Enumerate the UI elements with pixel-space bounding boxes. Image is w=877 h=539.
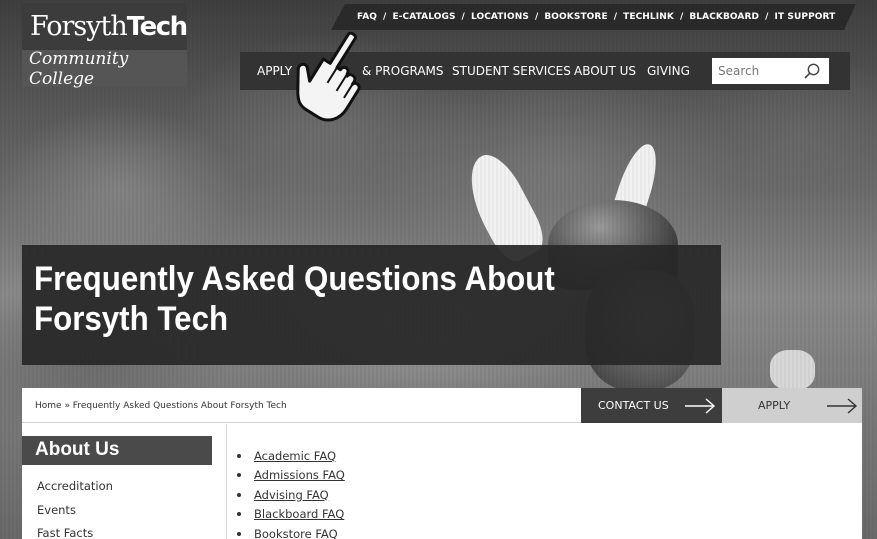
nav-programs[interactable]: & PROGRAMS [362, 64, 444, 78]
title-band: Frequently Asked Questions About Forsyth… [22, 245, 721, 365]
faq-link-bookstore[interactable]: Bookstore FAQ [254, 527, 338, 539]
site-logo[interactable]: Forsyth Tech Community College [22, 3, 188, 89]
logo-wordmark: Forsyth Tech [22, 3, 188, 50]
oar-hand [770, 350, 815, 390]
faq-link-blackboard[interactable]: Blackboard FAQ [254, 507, 344, 521]
utility-link-it-support[interactable]: IT SUPPORT [775, 12, 836, 22]
breadcrumb-bar: Home » Frequently Asked Questions About … [22, 388, 862, 423]
page-title: Frequently Asked Questions About Forsyth… [34, 260, 555, 338]
breadcrumb[interactable]: Home » Frequently Asked Questions About … [35, 401, 287, 411]
utility-link-locations[interactable]: LOCATIONS [471, 12, 529, 22]
utility-link-bookstore[interactable]: BOOKSTORE [544, 12, 607, 22]
nav-apply[interactable]: APPLY [257, 64, 292, 78]
bullet [237, 512, 241, 517]
bullet [237, 453, 241, 458]
hand-cursor-icon [296, 31, 361, 122]
separator: / [679, 12, 684, 22]
list-item: Blackboard FAQ [237, 505, 345, 525]
sidebar: About Us Accreditation Events Fast Facts [22, 436, 212, 539]
bullet [237, 492, 241, 497]
apply-label: APPLY [758, 399, 791, 412]
list-item: Academic FAQ [237, 446, 345, 466]
separator: / [383, 12, 387, 22]
arrow-right-icon [827, 398, 858, 414]
list-item: Admissions FAQ [237, 466, 345, 486]
separator: / [461, 12, 465, 22]
bullet [237, 531, 241, 536]
faq-link-academic[interactable]: Academic FAQ [254, 449, 336, 463]
faq-link-advising[interactable]: Advising FAQ [254, 488, 329, 502]
list-item: Bookstore FAQ [237, 524, 345, 539]
separator: / [765, 12, 769, 22]
utility-link-e-catalogs[interactable]: E-CATALOGS [392, 12, 455, 22]
utility-link-faq[interactable]: FAQ [357, 12, 377, 22]
list-item: Advising FAQ [237, 485, 345, 505]
logo-subtitle: Community College [22, 49, 187, 89]
contact-us-label: CONTACT US [598, 399, 669, 412]
separator: / [534, 12, 539, 22]
utility-link-techlink[interactable]: TECHLINK [623, 12, 674, 22]
faq-link-admissions[interactable]: Admissions FAQ [254, 468, 345, 482]
search-input[interactable] [718, 64, 802, 78]
sidebar-item-events[interactable]: Events [37, 503, 76, 517]
column-divider [226, 424, 227, 539]
separator: / [613, 12, 618, 22]
arrow-right-icon [685, 398, 716, 414]
contact-us-button[interactable]: CONTACT US [581, 388, 722, 423]
utility-nav: FAQ / E-CATALOGS / LOCATIONS / BOOKSTORE / T… [331, 4, 856, 30]
apply-button[interactable]: APPLY [722, 388, 862, 423]
search-box [712, 58, 829, 84]
nav-about-us[interactable]: ABOUT US [574, 64, 636, 78]
sidebar-item-accreditation[interactable]: Accreditation [37, 479, 113, 493]
bullet [237, 473, 241, 478]
faq-list: Academic FAQ Admissions FAQ Advising FAQ… [237, 446, 345, 539]
sidebar-item-fast-facts[interactable]: Fast Facts [37, 526, 93, 539]
helmet-horn [603, 139, 665, 245]
utility-link-blackboard[interactable]: BLACKBOARD [689, 12, 759, 22]
nav-giving[interactable]: GIVING [647, 64, 690, 78]
content-panel: Home » Frequently Asked Questions About … [22, 388, 862, 539]
search-icon[interactable] [803, 62, 821, 80]
logo-name-regular: Forsyth [30, 11, 128, 42]
nav-student-services[interactable]: STUDENT SERVICES [452, 64, 571, 78]
sidebar-heading: About Us [22, 436, 212, 465]
logo-name-bold: Tech [126, 11, 188, 42]
